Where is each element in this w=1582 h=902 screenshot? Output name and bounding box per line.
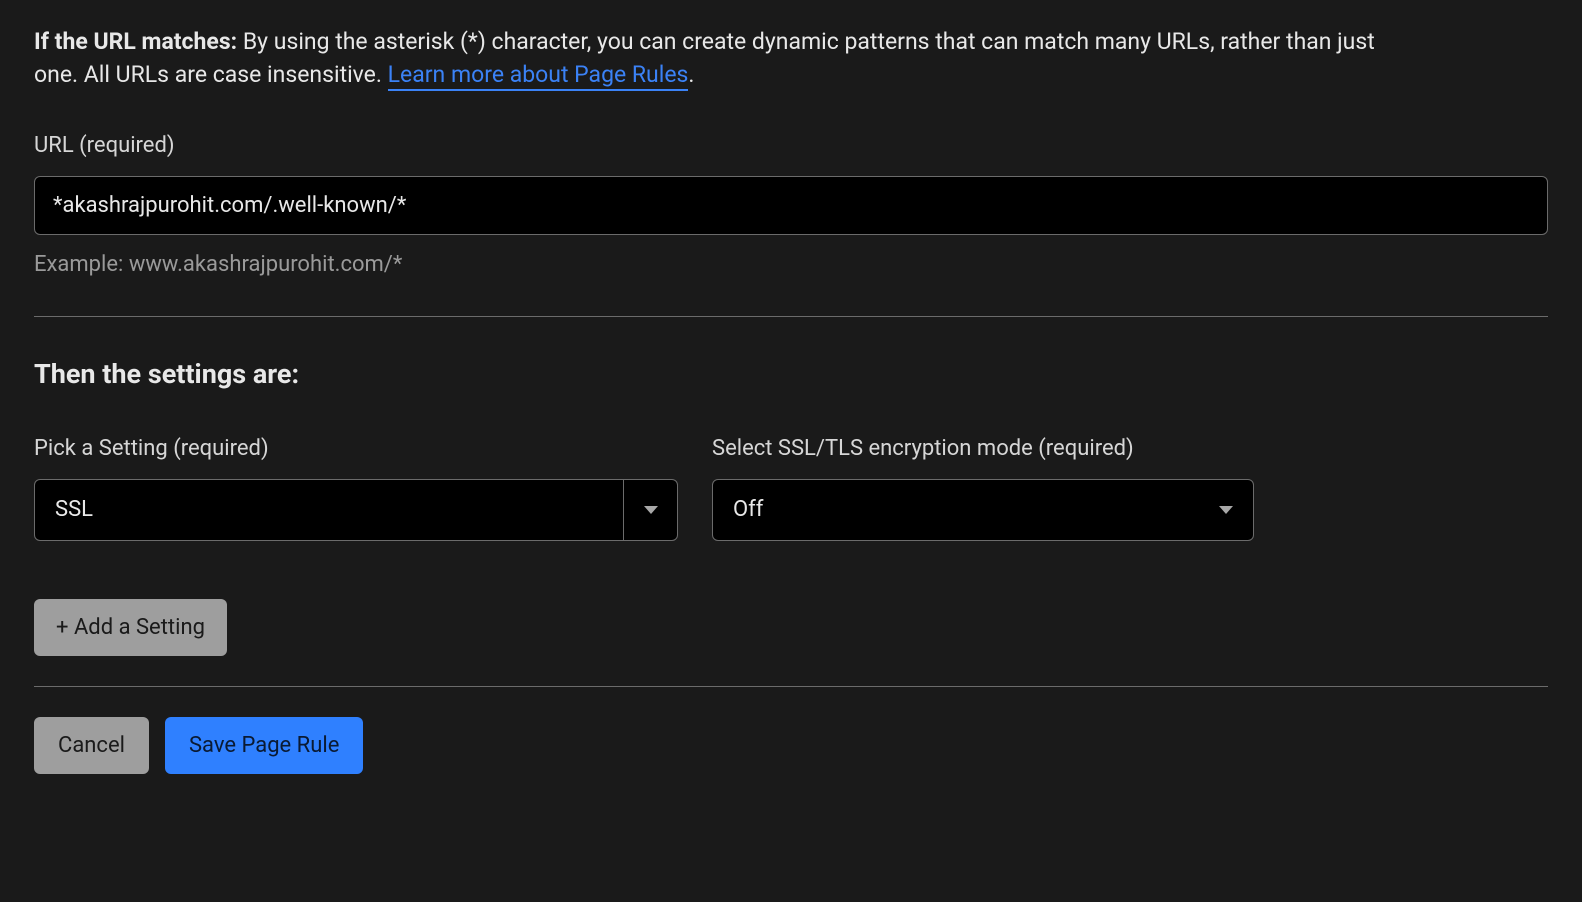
- footer-divider: [34, 686, 1548, 687]
- settings-row: Pick a Setting (required) SSL Select SSL…: [34, 433, 1548, 541]
- settings-heading: Then the settings are:: [34, 355, 1548, 394]
- footer-actions: Cancel Save Page Rule: [34, 717, 1548, 774]
- pick-setting-caret-box: [623, 480, 677, 540]
- pick-setting-select[interactable]: SSL: [34, 479, 678, 541]
- chevron-down-icon: [644, 506, 658, 514]
- save-page-rule-button[interactable]: Save Page Rule: [165, 717, 363, 774]
- add-setting-button[interactable]: + Add a Setting: [34, 599, 227, 656]
- ssl-mode-value: Off: [713, 494, 1199, 526]
- pick-setting-label: Pick a Setting (required): [34, 433, 678, 465]
- url-example-text: Example: www.akashrajpurohit.com/*: [34, 249, 1548, 281]
- pick-setting-value: SSL: [35, 494, 623, 526]
- url-field-label: URL (required): [34, 130, 1548, 162]
- ssl-mode-select[interactable]: Off: [712, 479, 1254, 541]
- ssl-mode-caret: [1199, 506, 1253, 514]
- url-input[interactable]: [34, 176, 1548, 235]
- chevron-down-icon: [1219, 506, 1233, 514]
- learn-more-link[interactable]: Learn more about Page Rules: [388, 61, 689, 91]
- url-match-description: If the URL matches: By using the asteris…: [34, 25, 1414, 92]
- ssl-mode-label: Select SSL/TLS encryption mode (required…: [712, 433, 1254, 465]
- intro-bold-prefix: If the URL matches:: [34, 28, 237, 55]
- cancel-button[interactable]: Cancel: [34, 717, 149, 774]
- intro-period: .: [688, 61, 694, 88]
- section-divider: [34, 316, 1548, 317]
